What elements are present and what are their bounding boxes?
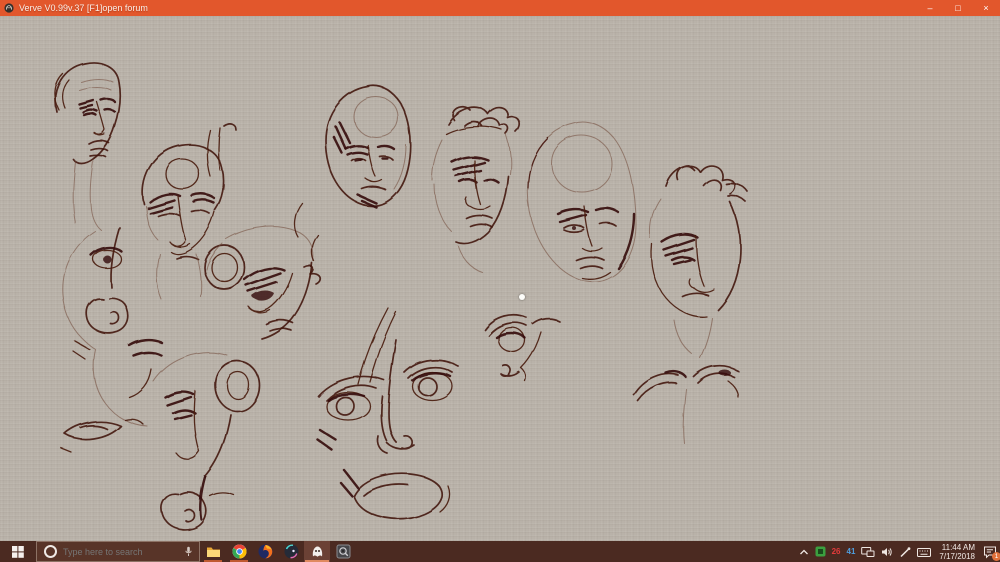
tray-display[interactable] xyxy=(858,541,878,562)
face-sketch-7 xyxy=(326,86,411,207)
start-button[interactable] xyxy=(0,541,36,562)
notification-badge: 1 xyxy=(992,552,1000,561)
face-sketch-1 xyxy=(55,63,120,230)
taskbar-app-file-explorer[interactable] xyxy=(200,541,226,562)
pen-icon xyxy=(899,546,911,558)
taskbar-app-media-sphere[interactable] xyxy=(278,541,304,562)
media-sphere-icon xyxy=(284,544,299,559)
face-sketch-14 xyxy=(295,203,321,284)
face-sketch-11 xyxy=(318,308,458,519)
taskbar-app-chrome[interactable] xyxy=(226,541,252,562)
file-explorer-icon xyxy=(206,544,221,559)
firefox-icon xyxy=(258,544,273,559)
verve-icon xyxy=(310,544,325,559)
search-input[interactable] xyxy=(63,547,178,557)
face-sketch-13 xyxy=(634,366,738,443)
action-center-button[interactable]: 1 xyxy=(980,541,1000,562)
taskbar-app-firefox[interactable] xyxy=(252,541,278,562)
titlebar[interactable]: Verve V0.99v.37 [F1]open forum – □ × xyxy=(0,0,1000,16)
system-tray: 26 41 xyxy=(796,541,1000,562)
tray-pen[interactable] xyxy=(896,541,914,562)
minimize-button[interactable]: – xyxy=(916,0,944,16)
tray-green-app[interactable] xyxy=(812,541,829,562)
tray-volume[interactable] xyxy=(878,541,896,562)
taskbar: 26 41 xyxy=(0,541,1000,562)
window-controls: – □ × xyxy=(916,0,1000,16)
face-sketch-8 xyxy=(432,107,520,272)
face-sketch-15 xyxy=(207,124,236,176)
face-sketch-10 xyxy=(649,166,748,358)
taskbar-app-verve[interactable] xyxy=(304,541,330,562)
tray-sensor-blue[interactable]: 41 xyxy=(844,541,859,562)
verve-app-window: Verve V0.99v.37 [F1]open forum – □ × xyxy=(0,0,1000,562)
face-sketch-6 xyxy=(61,419,143,452)
tray-overflow-chevron[interactable] xyxy=(796,541,812,562)
display-icon xyxy=(861,546,875,558)
taskbar-app-capture-tool[interactable] xyxy=(330,541,356,562)
drawing-canvas[interactable] xyxy=(0,16,1000,541)
speaker-icon xyxy=(881,546,893,558)
verve-logo-icon xyxy=(4,3,14,13)
face-sketch-4 xyxy=(63,227,161,426)
tray-sensor-red[interactable]: 26 xyxy=(829,541,844,562)
clock-time: 11:44 AM xyxy=(939,543,975,552)
maximize-button[interactable]: □ xyxy=(944,0,972,16)
chevron-up-icon xyxy=(799,548,809,556)
window-title: Verve V0.99v.37 [F1]open forum xyxy=(19,3,148,13)
ink-sketch-layer xyxy=(0,16,1000,541)
tray-touch-keyboard[interactable] xyxy=(914,541,934,562)
clock-date: 7/17/2018 xyxy=(939,552,975,561)
microphone-icon[interactable] xyxy=(183,546,194,557)
taskbar-search[interactable] xyxy=(36,541,200,562)
cortana-icon[interactable] xyxy=(44,545,57,558)
green-utility-icon xyxy=(815,546,826,557)
windows-logo-icon xyxy=(12,546,24,558)
keyboard-icon xyxy=(917,546,931,558)
chrome-icon xyxy=(232,544,247,559)
capture-tool-icon xyxy=(336,544,351,559)
face-sketch-9 xyxy=(528,123,636,282)
face-sketch-3 xyxy=(204,227,313,339)
brush-cursor xyxy=(519,294,525,300)
face-sketch-2 xyxy=(143,145,224,300)
taskbar-clock[interactable]: 11:44 AM 7/17/2018 xyxy=(934,543,980,561)
face-sketch-5 xyxy=(153,352,259,529)
face-sketch-12 xyxy=(485,315,559,381)
close-button[interactable]: × xyxy=(972,0,1000,16)
